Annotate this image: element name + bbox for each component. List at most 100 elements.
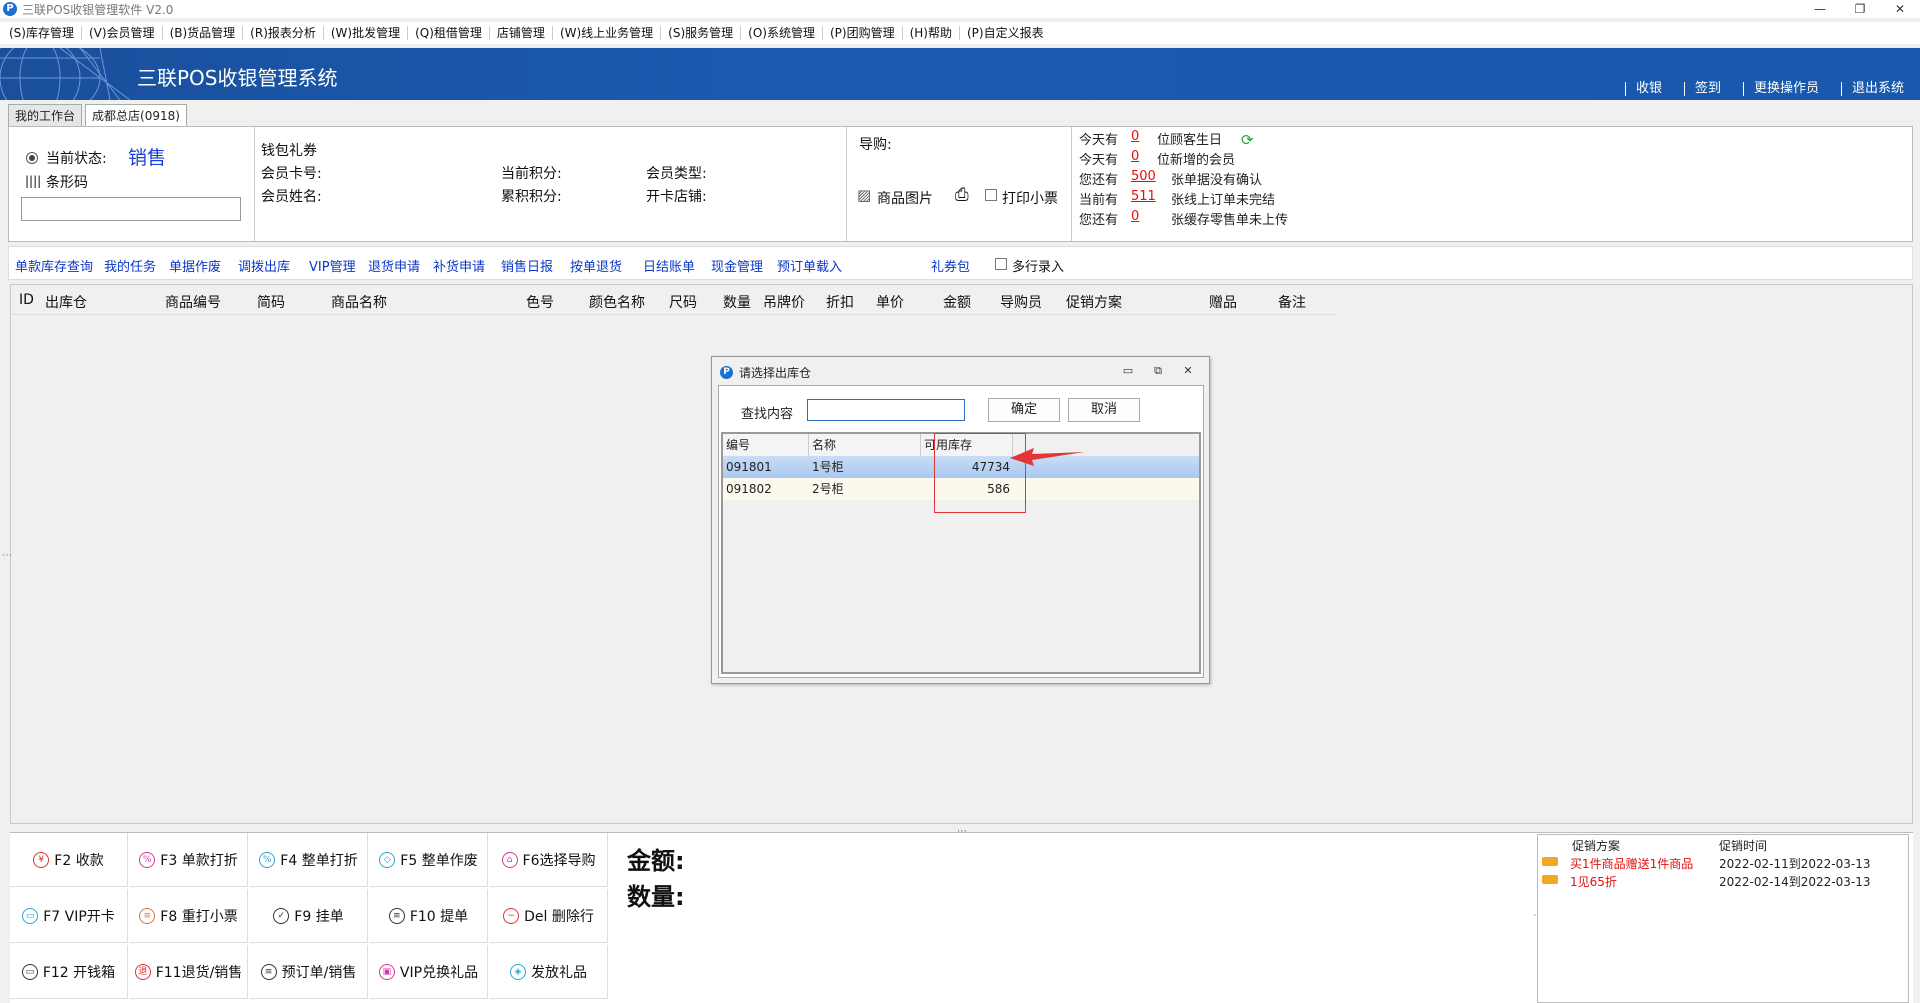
grid-column-header[interactable]: 出库仓	[45, 292, 87, 312]
function-link[interactable]: 单款库存查询	[15, 256, 93, 275]
menu-item[interactable]: (S)服务管理	[663, 22, 738, 44]
function-link[interactable]: 退货申请	[368, 256, 420, 275]
menu-item[interactable]: (S)库存管理	[4, 22, 79, 44]
restore-icon[interactable]: ❐	[1840, 0, 1880, 18]
grid-column-header[interactable]: 商品名称	[331, 292, 387, 312]
function-link[interactable]: 礼券包	[931, 256, 970, 275]
menu-item[interactable]: 店铺管理	[492, 22, 550, 44]
product-image-label[interactable]: 商品图片	[877, 188, 933, 208]
function-link[interactable]: 调拨出库	[238, 256, 290, 275]
function-link[interactable]: 我的任务	[104, 256, 156, 275]
grid-column-header[interactable]: ID	[19, 292, 34, 308]
grid-column-header[interactable]: 商品编号	[165, 292, 221, 312]
menu-item[interactable]: (V)会员管理	[84, 22, 160, 44]
notice-count[interactable]: 0	[1131, 129, 1139, 144]
grid-column-header[interactable]: 尺码	[669, 292, 697, 312]
warehouse-col-header[interactable]: 编号	[723, 434, 809, 456]
menu-item[interactable]: (P)团购管理	[825, 22, 900, 44]
fkey-button[interactable]: ▣ VIP兑换礼品	[370, 945, 488, 999]
menu-item[interactable]: (P)自定义报表	[962, 22, 1049, 44]
exit-system-link[interactable]: 退出系统	[1840, 82, 1914, 96]
menu-item[interactable]: (O)系统管理	[743, 22, 820, 44]
function-link[interactable]: 单据作废	[169, 256, 221, 275]
search-input[interactable]	[807, 399, 965, 421]
menu-item[interactable]: (W)批发管理	[326, 22, 405, 44]
printer-icon[interactable]: ⎙	[955, 185, 969, 205]
promo-row[interactable]: 1见65折 2022-02-14到2022-03-13	[1538, 871, 1908, 889]
grid-column-header[interactable]: 导购员	[1000, 292, 1042, 312]
search-label: 查找内容	[741, 407, 794, 422]
fkey-button[interactable]: ≡ F10 提单	[370, 889, 488, 943]
print-receipt-checkbox[interactable]	[985, 189, 997, 201]
menu-separator	[161, 26, 163, 40]
fkey-button[interactable]: − Del 删除行	[490, 889, 608, 943]
menu-separator	[901, 26, 903, 40]
grid-column-header[interactable]: 颜色名称	[589, 292, 645, 312]
cancel-button[interactable]: 取消	[1068, 398, 1140, 422]
function-link[interactable]: 按单退货	[570, 256, 622, 275]
change-operator-link[interactable]: 更换操作员	[1742, 82, 1829, 96]
grid-column-header[interactable]: 单价	[876, 292, 904, 312]
function-link[interactable]: 日结账单	[643, 256, 695, 275]
notice-count[interactable]: 0	[1131, 209, 1139, 224]
menu-item[interactable]: (Q)租借管理	[410, 22, 487, 44]
fkey-button[interactable]: ⌂ F6选择导购	[490, 833, 608, 887]
fkey-button[interactable]: ≡ 预订单/销售	[250, 945, 368, 999]
grid-column-header[interactable]: 吊牌价	[763, 292, 805, 312]
fkey-button[interactable]: % F4 整单打折	[250, 833, 368, 887]
warehouse-col-header[interactable]: 名称	[809, 434, 921, 456]
function-link[interactable]: 销售日报	[501, 256, 553, 275]
function-link[interactable]: 预订单载入	[777, 256, 842, 275]
menu-item[interactable]: (H)帮助	[905, 22, 957, 44]
dialog-close-icon[interactable]: ✕	[1173, 364, 1203, 378]
grid-column-header[interactable]: 备注	[1278, 292, 1306, 312]
grid-column-header[interactable]: 赠品	[1209, 292, 1237, 312]
ok-button[interactable]: 确定	[988, 398, 1060, 422]
fkey-button[interactable]: ≡ F8 重打小票	[130, 889, 248, 943]
grid-column-header[interactable]: 色号	[526, 292, 554, 312]
grid-column-header[interactable]: 数量	[723, 292, 751, 312]
dialog-minimize-icon[interactable]: ▭	[1113, 364, 1143, 378]
menu-item[interactable]: (R)报表分析	[245, 22, 321, 44]
promo-row[interactable]: 买1件商品赠送1件商品 2022-02-11到2022-03-13	[1538, 853, 1908, 871]
grid-column-header[interactable]: 简码	[257, 292, 285, 312]
barcode-input[interactable]	[21, 197, 241, 221]
fkey-button[interactable]: % F3 单款打折	[130, 833, 248, 887]
fkey-button[interactable]: ▭ F7 VIP开卡	[10, 889, 128, 943]
sale-status-radio[interactable]	[26, 152, 38, 164]
grid-column-header[interactable]: 折扣	[826, 292, 854, 312]
close-icon[interactable]: ✕	[1880, 0, 1920, 18]
fkey-button[interactable]: ✓ F9 挂单	[250, 889, 368, 943]
function-link[interactable]: 现金管理	[711, 256, 763, 275]
dialog-restore-icon[interactable]: ⧉	[1143, 364, 1173, 378]
function-link[interactable]: VIP管理	[309, 256, 356, 275]
fkey-button[interactable]: ▭ F12 开钱箱	[10, 945, 128, 999]
menu-item[interactable]: (B)货品管理	[165, 22, 241, 44]
grid-column-header[interactable]: 金额	[943, 292, 971, 312]
function-link[interactable]: 补货申请	[433, 256, 485, 275]
cashier-link[interactable]: 收银	[1624, 82, 1672, 96]
refresh-icon[interactable]: ⟳	[1241, 131, 1254, 149]
fkey-button[interactable]: ◇ F5 整单作废	[370, 833, 488, 887]
menu-item[interactable]: (W)线上业务管理	[555, 22, 658, 44]
member-name-label: 会员姓名:	[261, 189, 322, 205]
tab-my-workbench[interactable]: 我的工作台	[8, 104, 83, 126]
fkey-button[interactable]: 退 F11退货/销售	[130, 945, 248, 999]
menu-bar: (S)库存管理 (V)会员管理 (B)货品管理 (R)报表分析 (W)批发管理 (Q)租借…	[0, 22, 1920, 44]
sign-in-link[interactable]: 签到	[1683, 82, 1731, 96]
fkey-button[interactable]: ◈ 发放礼品	[490, 945, 608, 999]
fkey-label: Del 删除行	[524, 908, 594, 925]
accum-points-label: 累积积分:	[501, 189, 562, 205]
order-icon: ≡	[260, 963, 277, 980]
left-resize-handle[interactable]: ⋮	[1, 550, 12, 560]
notice-count[interactable]: 0	[1131, 149, 1139, 164]
notice-count[interactable]: 511	[1131, 189, 1156, 204]
notice-row: 当前有 511 张线上订单未完结	[1079, 189, 1379, 209]
grid-column-header[interactable]: 促销方案	[1066, 292, 1122, 312]
minimize-icon[interactable]: —	[1800, 0, 1840, 18]
fkey-button[interactable]: ¥ F2 收款	[10, 833, 128, 887]
multi-entry-checkbox[interactable]	[995, 258, 1007, 270]
return-icon: 退	[134, 963, 151, 980]
tab-chengdu-store[interactable]: 成都总店(0918)	[85, 104, 187, 126]
notice-count[interactable]: 500	[1131, 169, 1156, 184]
